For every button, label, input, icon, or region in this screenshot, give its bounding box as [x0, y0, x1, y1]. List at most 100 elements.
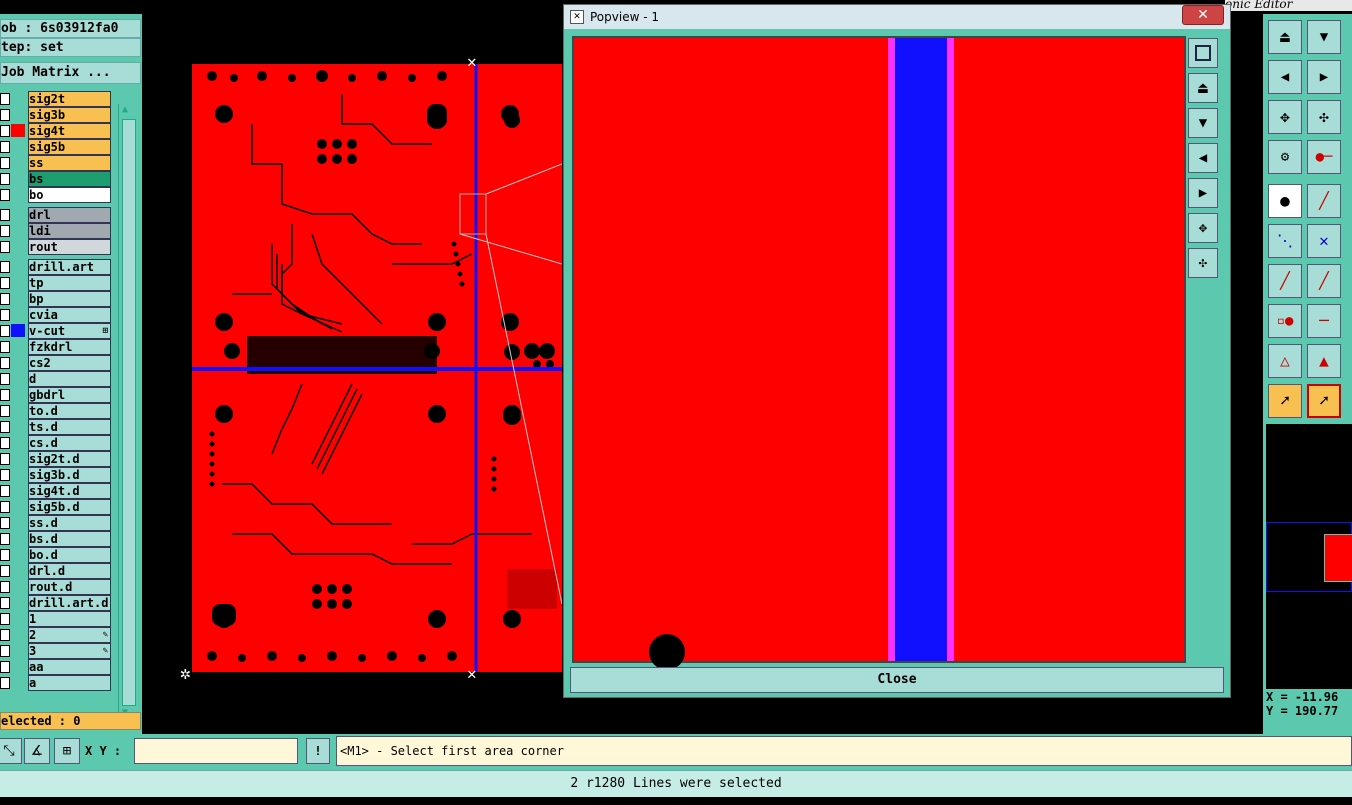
layer-checkbox[interactable] [0, 549, 10, 561]
layer-row[interactable]: drill.art [0, 259, 112, 275]
layer-row[interactable]: drl [0, 207, 112, 223]
scroll-thumb[interactable] [122, 119, 136, 706]
layer-row[interactable]: drill.art.d [0, 595, 112, 611]
overview-map[interactable] [1266, 424, 1352, 689]
layer-name[interactable]: drill.art [28, 259, 111, 275]
layer-name[interactable]: bp [28, 291, 111, 307]
layer-name[interactable]: sig4t.d [28, 483, 111, 499]
draw-line-icon[interactable]: ╱ [1268, 264, 1302, 298]
layer-name[interactable]: rout.d [28, 579, 111, 595]
layer-row[interactable]: ss.d [0, 515, 112, 531]
layer-row[interactable]: bs [0, 171, 112, 187]
layer-row[interactable]: sig5b.d [0, 499, 112, 515]
snap-tools-icon[interactable]: ⚙ [1268, 140, 1302, 174]
layer-checkbox[interactable] [0, 629, 10, 641]
layer-name[interactable]: a [28, 675, 111, 691]
exclaim-button[interactable]: ! [306, 738, 330, 764]
layer-row[interactable]: sig2t [0, 91, 112, 107]
draw-diag-icon[interactable]: ╱ [1307, 264, 1341, 298]
layer-checkbox[interactable] [0, 517, 10, 529]
layer-checkbox[interactable] [0, 357, 10, 369]
probe-icon[interactable]: ●─ [1307, 140, 1341, 174]
layer-name[interactable]: sig3b.d [28, 467, 111, 483]
zoom-out-icon-right[interactable]: ✥ [1268, 100, 1302, 134]
layer-name[interactable]: cs2 [28, 355, 111, 371]
layer-row[interactable]: ss [0, 155, 112, 171]
layer-row[interactable]: bs.d [0, 531, 112, 547]
zoom-out-icon[interactable]: ✥ [1188, 213, 1218, 243]
layer-row[interactable]: 1 [0, 611, 112, 627]
layer-checkbox[interactable] [0, 157, 10, 169]
layer-checkbox[interactable] [0, 613, 10, 625]
layer-name[interactable]: bo.d [28, 547, 111, 563]
layer-checkbox[interactable] [0, 241, 10, 253]
layer-checkbox[interactable] [0, 125, 10, 137]
layer-name[interactable]: 3 ✎ [28, 643, 111, 659]
layer-checkbox[interactable] [0, 173, 10, 185]
layer-checkbox[interactable] [0, 389, 10, 401]
layer-row[interactable]: to.d [0, 403, 112, 419]
layer-row[interactable]: sig4t [0, 123, 112, 139]
layer-name[interactable]: 2 ✎ [28, 627, 111, 643]
layer-checkbox[interactable] [0, 597, 10, 609]
layer-row[interactable]: v-cut ⊞ [0, 323, 112, 339]
layer-name[interactable]: fzkdrl [28, 339, 111, 355]
layer-checkbox[interactable] [0, 437, 10, 449]
layer-row[interactable]: ts.d [0, 419, 112, 435]
layer-name[interactable]: 1 [28, 611, 111, 627]
layer-checkbox[interactable] [0, 661, 10, 673]
snap-icon[interactable]: ⤡ [0, 738, 22, 764]
scroll-up-icon[interactable]: ▲ [122, 104, 128, 115]
select-pad-icon[interactable]: ● [1268, 184, 1302, 218]
layer-checkbox[interactable] [0, 565, 10, 577]
zoom-in-icon[interactable]: ✣ [1188, 248, 1218, 278]
layer-name[interactable]: ss.d [28, 515, 111, 531]
surface-icon[interactable]: △ [1268, 344, 1302, 378]
layer-checkbox[interactable] [0, 209, 10, 221]
view-left-icon[interactable]: ◀ [1268, 60, 1302, 94]
layer-checkbox[interactable] [0, 501, 10, 513]
layer-checkbox[interactable] [0, 533, 10, 545]
layer-checkbox[interactable] [0, 109, 10, 121]
layer-row[interactable]: fzkdrl [0, 339, 112, 355]
layer-name[interactable]: sig3b [28, 107, 111, 123]
layer-checkbox[interactable] [0, 341, 10, 353]
pointer-icon[interactable]: ➚ [1268, 384, 1302, 418]
layer-checkbox[interactable] [0, 325, 10, 337]
layer-row[interactable]: cvia [0, 307, 112, 323]
pan-right-icon[interactable]: ▶ [1188, 178, 1218, 208]
layer-row[interactable]: cs.d [0, 435, 112, 451]
select-cross-icon[interactable]: ✕ [1307, 224, 1341, 258]
layer-name[interactable]: aa [28, 659, 111, 675]
layer-row[interactable]: aa [0, 659, 112, 675]
layer-name[interactable]: sig5b [28, 139, 111, 155]
layer-checkbox[interactable] [0, 189, 10, 201]
layer-checkbox[interactable] [0, 225, 10, 237]
layer-checkbox[interactable] [0, 581, 10, 593]
view-top-icon[interactable]: ⏏ [1268, 20, 1302, 54]
layer-checkbox[interactable] [0, 141, 10, 153]
select-net-icon[interactable]: ⋱ [1268, 224, 1302, 258]
close-button[interactable]: Close [570, 667, 1224, 693]
layer-row[interactable]: ldi [0, 223, 112, 239]
layer-checkbox[interactable] [0, 421, 10, 433]
layer-row[interactable]: bo [0, 187, 112, 203]
layer-row[interactable]: a [0, 675, 112, 691]
view-down-icon[interactable]: ▼ [1307, 20, 1341, 54]
layer-row[interactable]: bp [0, 291, 112, 307]
layer-checkbox[interactable] [0, 373, 10, 385]
layer-name[interactable]: ldi [28, 223, 111, 239]
grid-icon[interactable]: ⊞ [54, 738, 80, 764]
layer-name[interactable]: ts.d [28, 419, 111, 435]
add-pad-icon[interactable]: ▫● [1268, 304, 1302, 338]
layer-checkbox[interactable] [0, 277, 10, 289]
layer-name[interactable]: d [28, 371, 111, 387]
layer-name[interactable]: sig2t [28, 91, 111, 107]
layer-name[interactable]: gbdrl [28, 387, 111, 403]
layer-checkbox[interactable] [0, 677, 10, 689]
layer-name[interactable]: ss [28, 155, 111, 171]
layer-row[interactable]: 3 ✎ [0, 643, 112, 659]
close-icon[interactable]: ✕ [1182, 5, 1224, 25]
layer-row[interactable]: sig3b.d [0, 467, 112, 483]
pointer-select-icon[interactable]: ➚ [1307, 384, 1341, 418]
